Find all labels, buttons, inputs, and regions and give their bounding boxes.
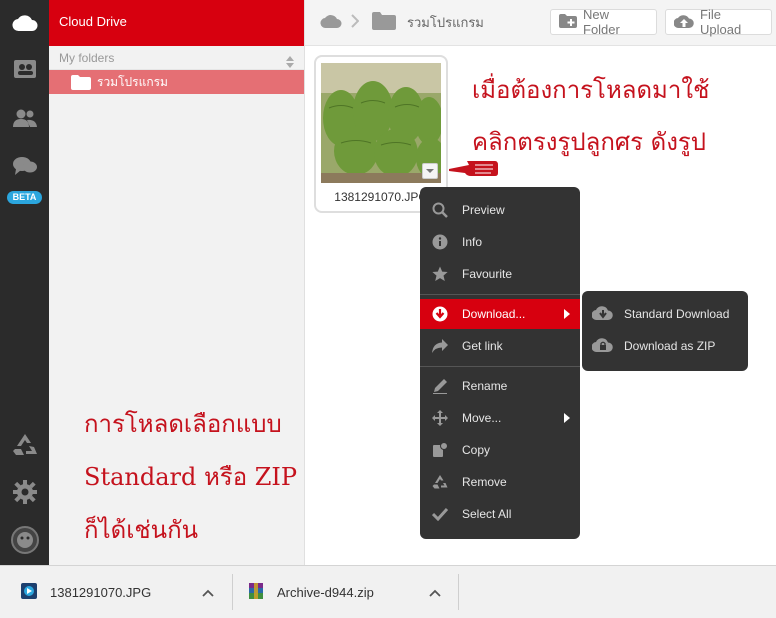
download-divider: [458, 574, 459, 610]
panel-title: Cloud Drive: [49, 0, 304, 46]
submenu-item-standard-download[interactable]: Standard Download: [582, 299, 748, 329]
menu-label: Rename: [462, 379, 508, 393]
browser-download-bar: 1381291070.JPG Archive-d944.zip: [0, 565, 776, 618]
menu-item-favourite[interactable]: Favourite: [420, 259, 580, 289]
chevron-up-icon[interactable]: [429, 585, 441, 600]
download-item-zip[interactable]: Archive-d944.zip: [247, 574, 452, 610]
rubbish-bin-icon[interactable]: [0, 430, 49, 460]
menu-item-copy[interactable]: Copy: [420, 435, 580, 465]
file-menu-arrow-button[interactable]: [422, 163, 438, 179]
menu-label: Copy: [462, 443, 491, 457]
submenu-caret-icon: [564, 309, 570, 319]
menu-item-rename[interactable]: Rename: [420, 371, 580, 401]
menu-label: Move...: [462, 411, 502, 425]
pointing-hand-icon: [447, 157, 499, 184]
chat-icon[interactable]: [0, 153, 49, 179]
cloud-upload-icon: [673, 13, 694, 32]
download-divider: [232, 574, 233, 610]
menu-label: Select All: [462, 507, 512, 521]
cloud-download-icon: [591, 305, 614, 324]
menu-item-remove[interactable]: Remove: [420, 467, 580, 497]
menu-label: Favourite: [462, 267, 513, 281]
submenu-caret-icon: [564, 413, 570, 423]
settings-gear-icon[interactable]: [0, 477, 49, 507]
file-upload-label: File Upload: [700, 7, 742, 37]
new-folder-button[interactable]: New Folder: [550, 7, 657, 37]
context-menu: Preview Info Favourite Download... Get l…: [420, 187, 580, 539]
download-file-name: 1381291070.JPG: [50, 584, 152, 600]
download-item-jpg[interactable]: 1381291070.JPG: [20, 574, 225, 610]
move-icon: [430, 410, 450, 426]
menu-label: Remove: [462, 475, 507, 489]
folder-label: รวมโปรแกรม: [97, 75, 168, 89]
folder-item[interactable]: รวมโปรแกรม: [49, 70, 304, 94]
recycle-icon: [430, 474, 450, 490]
cloud-drive-icon[interactable]: [0, 0, 49, 46]
download-icon: [430, 306, 450, 322]
note-left-line2: Standard หรือ ZIP: [84, 463, 298, 491]
menu-item-download[interactable]: Download...: [420, 299, 580, 329]
info-icon: [430, 234, 450, 250]
menu-item-info[interactable]: Info: [420, 227, 580, 257]
my-folders-header[interactable]: My folders: [49, 46, 304, 70]
pencil-icon: [430, 378, 450, 394]
share-arrow-icon: [430, 339, 450, 353]
menu-divider: [420, 366, 580, 367]
breadcrumb-chevron-icon: [351, 14, 360, 33]
breadcrumb-folder[interactable]: รวมโปรแกรม: [407, 12, 484, 33]
cloud-home-icon[interactable]: [320, 13, 342, 34]
submenu-label: Standard Download: [624, 307, 730, 321]
my-folders-label: My folders: [59, 51, 115, 65]
folders-panel: Cloud Drive My folders รวมโปรแกรม การโหล…: [49, 0, 305, 565]
account-avatar-icon[interactable]: [0, 525, 49, 555]
app-root: BETA Cloud Drive My folders รวมโปรแกรม ก…: [0, 0, 776, 618]
image-file-icon: [20, 582, 38, 603]
beta-badge: BETA: [7, 191, 42, 204]
new-folder-label: New Folder: [583, 7, 620, 37]
menu-divider: [420, 294, 580, 295]
icon-rail: BETA: [0, 0, 49, 565]
menu-label: Preview: [462, 203, 505, 217]
note-right-line1: เมื่อต้องการโหลดมาใช้: [472, 76, 710, 104]
search-icon: [430, 202, 450, 218]
users-icon[interactable]: [0, 105, 49, 131]
chevron-up-icon[interactable]: [202, 585, 214, 600]
new-folder-icon: [559, 13, 577, 31]
note-left-line3: ก็ได้เช่นกัน: [84, 516, 199, 544]
archive-file-icon: [247, 582, 265, 603]
menu-item-move[interactable]: Move...: [420, 403, 580, 433]
zip-lock-icon: [591, 337, 614, 356]
download-submenu: Standard Download Download as ZIP: [582, 291, 748, 371]
submenu-item-download-zip[interactable]: Download as ZIP: [582, 331, 748, 361]
menu-label: Info: [462, 235, 483, 249]
menu-label: Download...: [462, 307, 526, 321]
menu-item-preview[interactable]: Preview: [420, 195, 580, 225]
note-left-line1: การโหลดเลือกแบบ: [84, 410, 282, 438]
copy-icon: [430, 442, 450, 458]
menu-label: Get link: [462, 339, 503, 353]
file-upload-button[interactable]: File Upload: [665, 7, 772, 37]
menu-item-select-all[interactable]: Select All: [420, 499, 580, 529]
submenu-label: Download as ZIP: [624, 339, 716, 353]
top-bar: รวมโปรแกรม New Folder File Upload: [305, 0, 776, 46]
note-right-line2: คลิกตรงรูปลูกศร ดังรูป: [472, 128, 707, 156]
star-icon: [430, 266, 450, 282]
menu-item-get-link[interactable]: Get link: [420, 331, 580, 361]
check-icon: [430, 507, 450, 521]
folder-icon: [71, 74, 91, 98]
breadcrumb-folder-icon: [372, 12, 396, 35]
contacts-book-icon[interactable]: [0, 56, 49, 82]
download-file-name: Archive-d944.zip: [277, 584, 374, 600]
